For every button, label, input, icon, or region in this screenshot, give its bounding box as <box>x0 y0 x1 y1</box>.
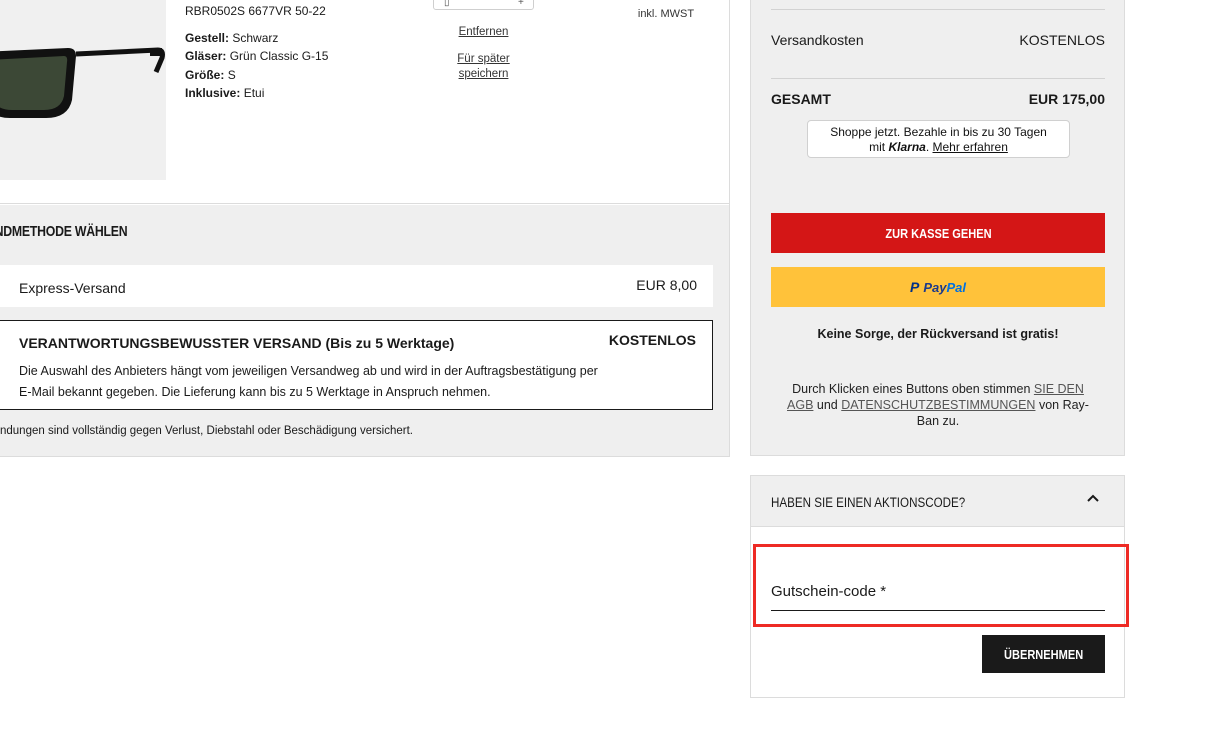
shipping-option-description: Die Auswahl des Anbieters hängt vom jewe… <box>19 364 598 399</box>
shipping-option-price: KOSTENLOS <box>608 332 696 348</box>
remove-link[interactable]: Entfernen <box>433 25 534 40</box>
tax-note: inkl. MWST <box>637 8 695 20</box>
paypal-button[interactable]: P PayPal <box>771 267 1105 307</box>
shipping-cost-value: KOSTENLOS <box>1019 32 1105 48</box>
divider <box>771 78 1105 79</box>
checkout-button[interactable]: ZUR KASSE GEHEN <box>771 213 1105 253</box>
cart-main: RBR0502S 6677VR 50-22 Gestell: Schwarz G… <box>0 0 730 457</box>
shipping-cost-row: Versandkosten KOSTENLOS <box>771 32 1105 48</box>
paypal-label: PayPal <box>923 279 966 295</box>
shipping-option-name: Express-Versand <box>19 280 126 296</box>
chevron-up-icon[interactable] <box>1086 492 1100 506</box>
apply-coupon-button[interactable]: ÜBERNEHMEN <box>982 635 1105 673</box>
shipping-insurance-note: ndungen sind vollständig gegen Verlust, … <box>0 425 413 437</box>
cart-item: RBR0502S 6677VR 50-22 Gestell: Schwarz G… <box>0 0 729 204</box>
attr-included: Inklusive: Etui <box>185 86 265 100</box>
attr-lenses: Gläser: Grün Classic G-15 <box>185 49 329 63</box>
product-sku: RBR0502S 6677VR 50-22 <box>185 4 326 18</box>
attr-frame: Gestell: Schwarz <box>185 30 279 45</box>
highlight-box <box>753 544 1129 627</box>
plus-icon[interactable]: + <box>518 0 524 8</box>
paypal-icon: P <box>910 279 920 295</box>
product-details: RBR0502S 6677VR 50-22 Gestell: Schwarz G… <box>185 2 328 103</box>
klarna-text: Shoppe jetzt. Bezahle in bis zu 30 Tagen <box>830 125 1047 139</box>
divider <box>771 9 1105 10</box>
coupon-header[interactable]: HABEN SIE EINEN AKTIONSCODE? <box>751 476 1124 527</box>
shipping-cost-label: Versandkosten <box>771 32 864 48</box>
shipping-method-section: ANDMETHODE WÄHLEN Express-Versand EUR 8,… <box>0 205 729 456</box>
save-for-later-link[interactable]: Für später speichern <box>433 52 534 82</box>
total-row: GESAMT EUR 175,00 <box>771 91 1105 107</box>
order-summary: Versandkosten KOSTENLOS GESAMT EUR 175,0… <box>750 0 1125 456</box>
total-label: GESAMT <box>771 91 831 107</box>
coupon-title: HABEN SIE EINEN AKTIONSCODE? <box>771 495 966 510</box>
trash-icon[interactable]: ▯ <box>444 0 450 8</box>
klarna-banner: Shoppe jetzt. Bezahle in bis zu 30 Tagen… <box>807 120 1070 158</box>
quantity-stepper[interactable]: ▯ + <box>433 0 534 10</box>
shipping-option-express[interactable]: Express-Versand EUR 8,00 <box>0 265 713 307</box>
klarna-logo: Klarna <box>888 140 926 154</box>
attr-size: Größe: S <box>185 67 236 82</box>
total-value: EUR 175,00 <box>1028 91 1105 107</box>
product-image[interactable] <box>0 0 166 180</box>
free-return-note: Keine Sorge, der Rückversand ist gratis! <box>817 327 1059 341</box>
shipping-method-title: ANDMETHODE WÄHLEN <box>0 223 128 240</box>
klarna-more-link[interactable]: Mehr erfahren <box>933 140 1008 154</box>
terms-notice: Durch Klicken eines Buttons oben stimmen… <box>787 382 1089 428</box>
shipping-option-responsible[interactable]: VERANTWORTUNGSBEWUSSTER VERSAND (Bis zu … <box>0 320 713 410</box>
shipping-option-price: EUR 8,00 <box>636 277 697 293</box>
privacy-link[interactable]: DATENSCHUTZBESTIMMUNGEN <box>841 398 1035 412</box>
sunglasses-icon <box>0 47 165 118</box>
shipping-option-name: VERANTWORTUNGSBEWUSSTER VERSAND (Bis zu … <box>19 335 455 351</box>
